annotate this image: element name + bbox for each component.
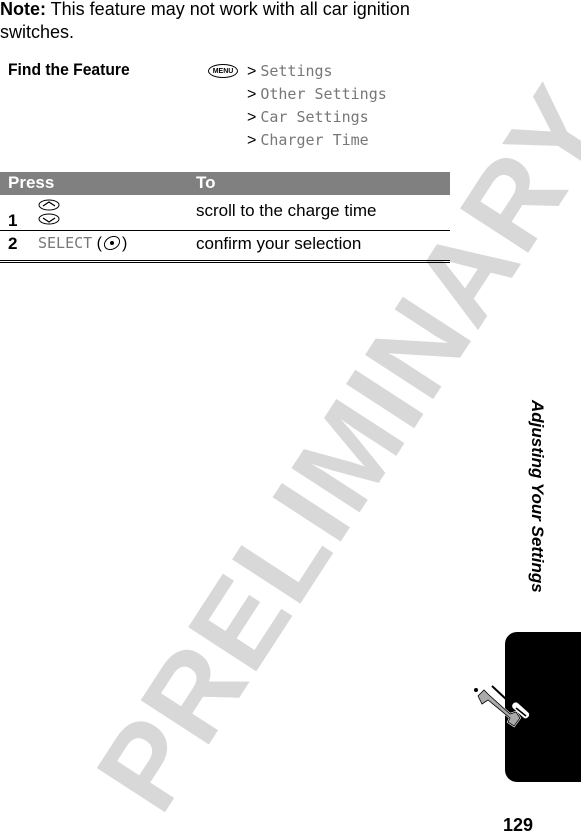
menu-key-icon: MENU xyxy=(208,64,238,78)
step-number: 2 xyxy=(8,234,18,253)
find-feature-label: Find the Feature xyxy=(8,60,130,79)
header-to: To xyxy=(196,173,216,192)
menu-path-item: > Other Settings xyxy=(247,85,387,103)
table-header: Press To xyxy=(0,172,450,195)
menu-path-item: > Settings xyxy=(247,62,333,80)
table-row: 1 scroll to the charge time xyxy=(0,195,450,231)
menu-path: > Settings > Other Settings > Car Settings … xyxy=(247,60,387,152)
select-key: SELECT () xyxy=(38,234,128,252)
scroll-up-down-icon xyxy=(38,199,60,225)
wrench-screwdriver-icon xyxy=(474,685,532,728)
table-row: 2 SELECT () confirm your selection xyxy=(0,231,450,263)
step-description: scroll to the charge time xyxy=(196,201,377,220)
header-press: Press xyxy=(8,173,55,192)
menu-path-item: > Car Settings xyxy=(247,108,369,126)
step-number: 1 xyxy=(8,211,18,230)
note-text: This feature may not work with all car i… xyxy=(0,0,410,42)
page-number: 129 xyxy=(503,815,534,835)
note-label: Note: xyxy=(0,0,46,19)
press-to-table: Press To 1 scroll to the charge time 2 S… xyxy=(0,172,450,263)
step-description: confirm your selection xyxy=(196,234,362,253)
section-title: Adjusting Your Settings xyxy=(528,400,547,593)
note-paragraph: Note: This feature may not work with all… xyxy=(0,0,450,44)
menu-path-item: > Charger Time xyxy=(247,131,369,149)
select-key-icon xyxy=(103,235,121,251)
